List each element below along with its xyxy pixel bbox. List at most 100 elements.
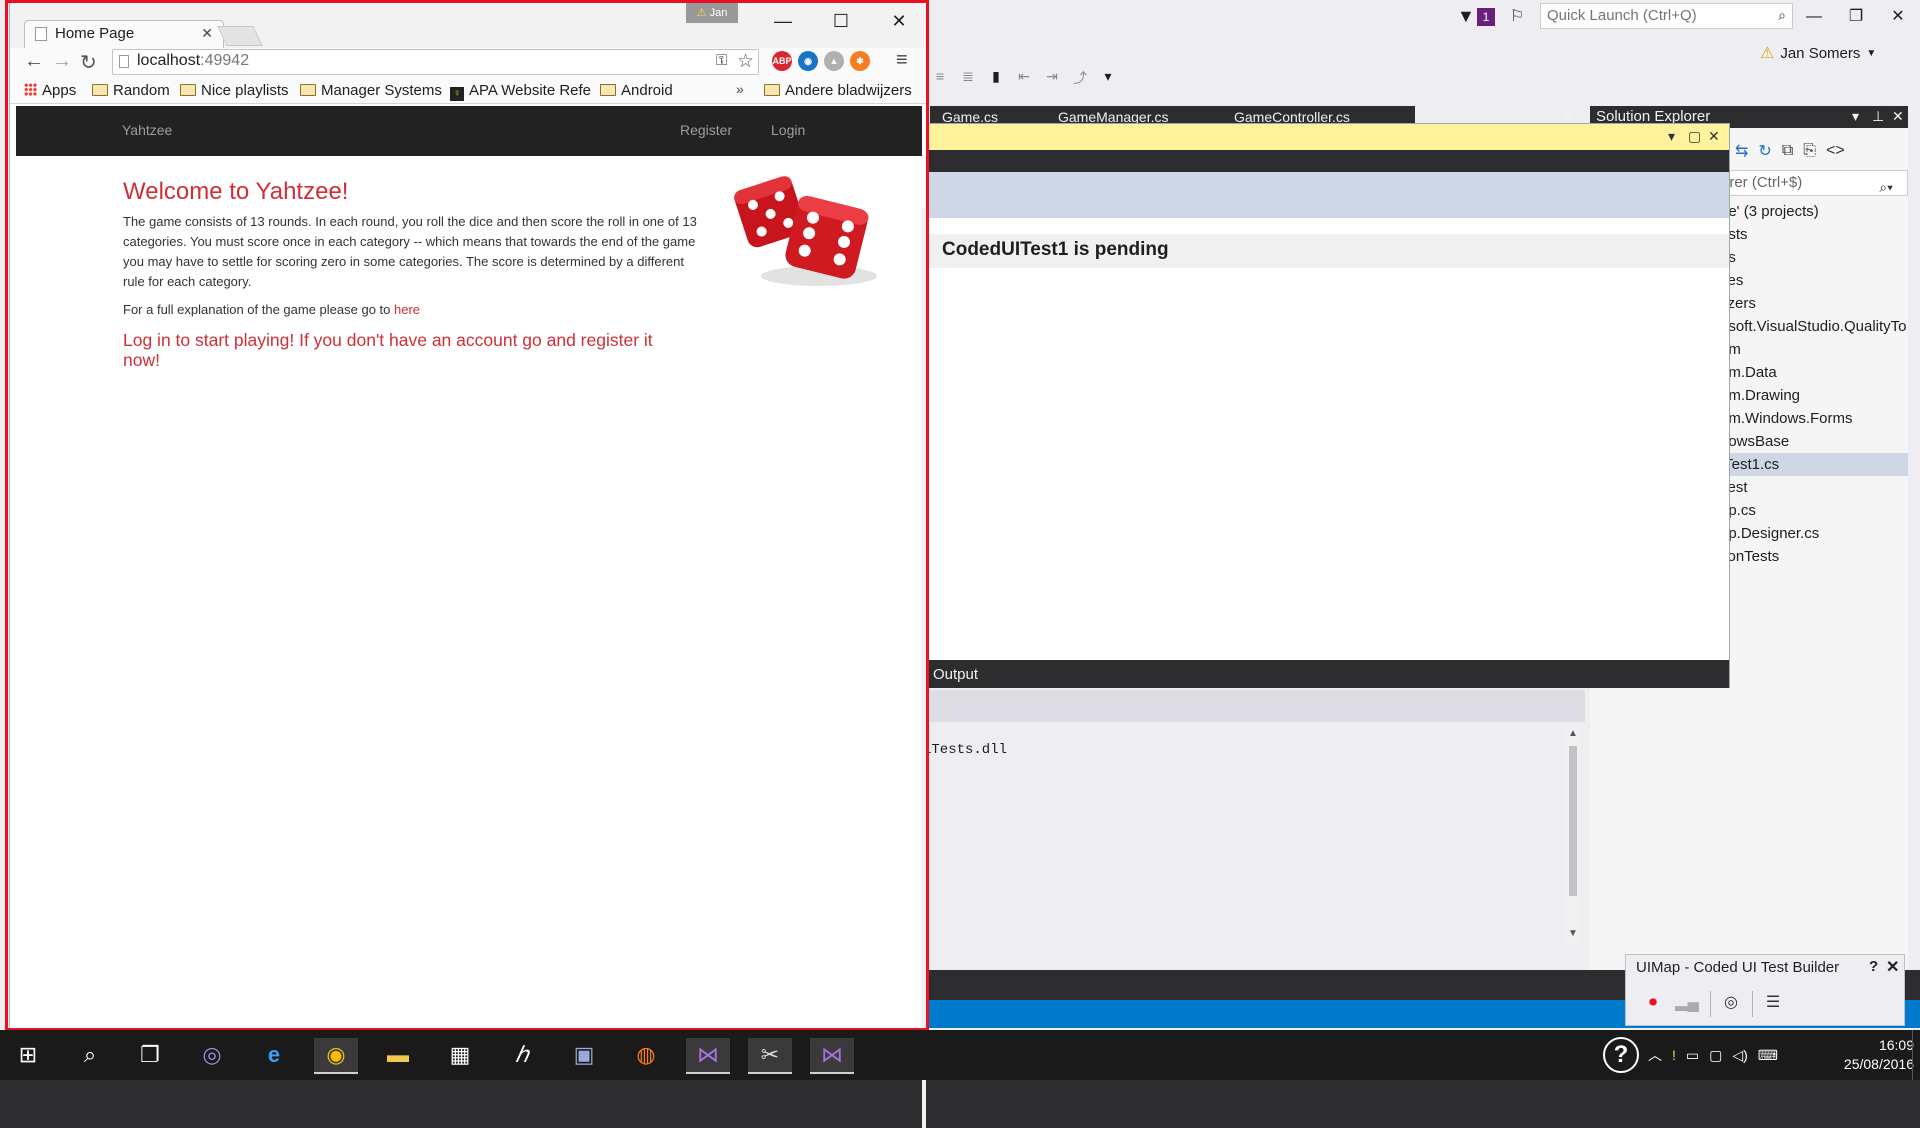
comment-icon[interactable]: ≣ bbox=[958, 68, 978, 92]
solution-tree-item[interactable]: ITest1.cs bbox=[1720, 453, 1908, 476]
sync-icon[interactable]: ⇆ bbox=[1735, 141, 1748, 161]
media-app-icon[interactable]: ▣ bbox=[562, 1038, 606, 1072]
scroll-thumb[interactable] bbox=[1569, 746, 1577, 896]
solution-tree-item[interactable]: em bbox=[1720, 338, 1908, 361]
address-bar[interactable]: localhost:49942 ⚿ ☆ bbox=[112, 49, 759, 75]
new-tab-button[interactable] bbox=[217, 26, 263, 46]
feedback-icon[interactable]: ⚐ bbox=[1510, 6, 1524, 26]
maximize-button[interactable]: ☐ bbox=[814, 6, 868, 36]
close-button[interactable]: ✕ bbox=[872, 6, 926, 36]
generate-code-icon[interactable]: ☰ bbox=[1758, 989, 1788, 1017]
record-icon[interactable]: ⏺ bbox=[1638, 989, 1668, 1017]
login-link[interactable]: Login bbox=[771, 122, 805, 138]
firefox-icon[interactable]: ◍ bbox=[624, 1038, 668, 1072]
extension-blue-icon[interactable]: ◉ bbox=[798, 51, 818, 71]
pin-icon[interactable]: ⊥ bbox=[1872, 108, 1884, 125]
task-view-icon[interactable]: ❐ bbox=[128, 1038, 172, 1072]
show-desktop-button[interactable] bbox=[1912, 1030, 1919, 1080]
close-icon[interactable]: ✕ bbox=[1892, 108, 1904, 125]
bookmarks-overflow-icon[interactable]: » bbox=[736, 81, 744, 97]
tools-app-icon[interactable]: ✂ bbox=[748, 1038, 792, 1074]
star-icon[interactable]: ☆ bbox=[737, 50, 754, 73]
help-icon[interactable]: ? bbox=[1603, 1037, 1639, 1073]
chrome-icon[interactable]: ◉ bbox=[314, 1038, 358, 1074]
solution-tree-item[interactable]: em.Data bbox=[1720, 361, 1908, 384]
solution-tree-item[interactable]: dowsBase bbox=[1720, 430, 1908, 453]
visual-studio-2-icon[interactable]: ⋈ bbox=[810, 1038, 854, 1074]
scroll-up-icon[interactable]: ▲ bbox=[1565, 728, 1581, 739]
start-icon[interactable]: ⊞ bbox=[6, 1038, 50, 1072]
show-steps-icon[interactable]: ▂▄ bbox=[1672, 989, 1702, 1017]
back-icon[interactable]: ← bbox=[24, 50, 44, 73]
search-icon[interactable]: ⌕ bbox=[1778, 7, 1786, 24]
bookmark-nice-playlists[interactable]: Nice playlists bbox=[180, 81, 289, 101]
store-icon[interactable]: ▦ bbox=[438, 1038, 482, 1072]
alert-icon[interactable]: ! bbox=[1672, 1047, 1676, 1063]
collapse-all-icon[interactable]: ⧉ bbox=[1782, 142, 1793, 160]
vs-close-button[interactable]: ✕ bbox=[1880, 4, 1916, 30]
solution-tree-item[interactable]: itest bbox=[1720, 476, 1908, 499]
page-scrollbar[interactable] bbox=[922, 208, 926, 1128]
solution-tree-item[interactable]: ests bbox=[1720, 223, 1908, 246]
profile-badge[interactable]: ⚠ Jan bbox=[686, 3, 738, 23]
quick-launch-box[interactable]: ⌕ bbox=[1540, 3, 1793, 29]
vs-restore-button[interactable]: ❐ bbox=[1838, 4, 1874, 30]
clock[interactable]: 16:09 25/08/2016 bbox=[1818, 1036, 1914, 1074]
bookmark-manager-systems[interactable]: Manager Systems bbox=[300, 81, 442, 101]
next-bookmark-icon[interactable]: ⇥ bbox=[1042, 68, 1062, 92]
battery-icon[interactable]: ▭ bbox=[1686, 1047, 1699, 1064]
edge-icon[interactable]: e bbox=[252, 1038, 296, 1072]
bookmark-apps[interactable]: Apps bbox=[24, 81, 76, 101]
view-code-icon[interactable]: <> bbox=[1826, 142, 1845, 160]
solution-tree-item[interactable]: em.Windows.Forms bbox=[1720, 407, 1908, 430]
adblock-icon[interactable]: ABP bbox=[772, 51, 792, 71]
quick-launch-input[interactable] bbox=[1541, 4, 1763, 26]
scroll-down-icon[interactable]: ▼ bbox=[1565, 928, 1581, 939]
browser-tab[interactable]: Home Page ✕ bbox=[24, 20, 224, 48]
solution-tree-item[interactable]: ap.Designer.cs bbox=[1720, 522, 1908, 545]
visual-studio-icon[interactable]: ⋈ bbox=[686, 1038, 730, 1074]
solution-tree-item[interactable]: yzers bbox=[1720, 292, 1908, 315]
dropdown-icon[interactable]: ▾ bbox=[1852, 108, 1859, 125]
torrent-app-icon[interactable]: ◎ bbox=[190, 1038, 234, 1072]
close-icon[interactable]: ✕ bbox=[1708, 128, 1720, 145]
output-tab[interactable]: Output bbox=[933, 666, 978, 683]
file-explorer-icon[interactable]: ▬ bbox=[376, 1038, 420, 1072]
volume-icon[interactable]: ◁) bbox=[1732, 1047, 1747, 1064]
keyboard-icon[interactable]: ⌨ bbox=[1758, 1047, 1778, 1064]
toolbar-overflow-icon[interactable]: ▾ bbox=[1098, 68, 1118, 92]
network-icon[interactable]: ▢ bbox=[1709, 1047, 1722, 1064]
solution-tree-item[interactable]: osoft.VisualStudio.QualityTo bbox=[1720, 315, 1908, 338]
close-button[interactable]: ✕ bbox=[1886, 957, 1899, 977]
help-button[interactable]: ? bbox=[1869, 958, 1878, 975]
here-link[interactable]: here bbox=[394, 302, 420, 317]
reload-icon[interactable]: ↻ bbox=[80, 50, 97, 75]
bookmark-other[interactable]: Andere bladwijzers bbox=[764, 81, 912, 101]
output-scrollbar[interactable]: ▲ ▼ bbox=[1565, 728, 1581, 944]
prev-bookmark-icon[interactable]: ⇤ bbox=[1014, 68, 1034, 92]
vs-minimize-button[interactable]: — bbox=[1796, 4, 1832, 30]
register-link[interactable]: Register bbox=[680, 122, 732, 138]
uncomment-icon[interactable]: ≡ bbox=[930, 68, 950, 92]
solution-tree-item[interactable]: ap.cs bbox=[1720, 499, 1908, 522]
site-brand-link[interactable]: Yahtzee bbox=[122, 122, 172, 138]
search-icon[interactable]: ⌕ bbox=[68, 1038, 112, 1072]
key-icon[interactable]: ⚿ bbox=[716, 52, 727, 69]
url-text[interactable]: localhost:49942 bbox=[137, 52, 249, 70]
solution-tree-item[interactable]: ee' (3 projects) bbox=[1720, 200, 1908, 223]
bookmark-apa-website[interactable]: ♀ APA Website Refe bbox=[450, 81, 600, 101]
bookmark-random[interactable]: Random bbox=[92, 81, 170, 101]
refresh-icon[interactable]: ↻ bbox=[1758, 141, 1771, 161]
drive-icon[interactable]: ▲ bbox=[824, 51, 844, 71]
menu-icon[interactable]: ≡ bbox=[896, 49, 908, 72]
notification-filter-icon[interactable]: ▼ bbox=[1457, 6, 1475, 27]
hp-icon[interactable]: ℎ bbox=[500, 1038, 544, 1072]
tab-overflow-icon[interactable]: ▼ bbox=[1562, 108, 1574, 122]
show-all-files-icon[interactable]: ⎘ bbox=[1803, 142, 1816, 160]
bookmark-icon[interactable]: ▮ bbox=[986, 68, 1006, 92]
notification-badge[interactable]: 1 bbox=[1477, 8, 1495, 26]
clear-bookmarks-icon[interactable]: ⤴ bbox=[1070, 68, 1090, 92]
chevron-up-icon[interactable]: ︿ bbox=[1648, 1045, 1662, 1065]
extension-orange-icon[interactable]: ✱ bbox=[850, 51, 870, 71]
account-menu[interactable]: ⚠ Jan Somers ▼ bbox=[1760, 43, 1876, 63]
